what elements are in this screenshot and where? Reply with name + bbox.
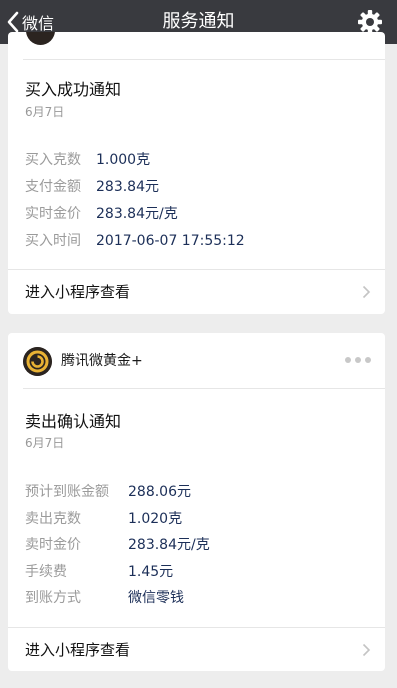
- notification-title: 买入成功通知: [25, 80, 122, 99]
- notification-date: 6月7日: [25, 436, 65, 450]
- info-row: 买入时间 2017-06-07 17:55:12: [25, 230, 245, 250]
- gold-coin-logo-icon: [26, 32, 55, 45]
- dot: [355, 357, 361, 363]
- info-label: 卖出克数: [25, 511, 81, 527]
- info-value: 283.84元: [96, 179, 159, 195]
- chevron-right-icon: [362, 285, 371, 299]
- info-row: 预计到账金额 288.06元: [25, 481, 191, 501]
- header-divider: [23, 59, 385, 60]
- info-label: 买入克数: [25, 152, 81, 168]
- info-row: 卖出克数 1.020克: [25, 508, 182, 528]
- notification-title: 卖出确认通知: [25, 412, 122, 431]
- info-value: 1.020克: [128, 511, 183, 527]
- gold-coin-logo-icon: [23, 347, 52, 376]
- notification-card-purchase: 买入成功通知 6月7日 买入克数 1.000克 支付金额 283.84元 实时金价 2…: [8, 32, 385, 314]
- info-row: 到账方式 微信零钱: [25, 587, 184, 607]
- dot: [365, 357, 371, 363]
- open-mini-program-label: 进入小程序查看: [25, 641, 131, 659]
- info-label: 支付金额: [25, 179, 81, 195]
- brand-name: 腾讯微黄金+: [61, 353, 143, 369]
- info-label: 卖时金价: [25, 537, 81, 553]
- header-divider: [23, 388, 385, 389]
- info-value: 微信零钱: [128, 590, 184, 606]
- open-mini-program-label: 进入小程序查看: [25, 283, 131, 301]
- info-label: 实时金价: [25, 206, 81, 222]
- info-label: 手续费: [25, 564, 67, 580]
- info-label: 买入时间: [25, 233, 81, 249]
- back-label: 微信: [22, 14, 55, 33]
- more-dots-icon[interactable]: [345, 355, 371, 365]
- info-value: 1.45元: [128, 564, 174, 580]
- info-row: 手续费 1.45元: [25, 561, 173, 581]
- chevron-right-icon: [362, 643, 371, 657]
- info-row: 买入克数 1.000克: [25, 149, 150, 169]
- info-value: 283.84元/克: [96, 206, 178, 222]
- open-mini-program-link[interactable]: 进入小程序查看: [8, 628, 385, 671]
- dot: [345, 357, 351, 363]
- info-value: 283.84元/克: [128, 537, 210, 553]
- notification-card-sale: 腾讯微黄金+ 卖出确认通知 6月7日 预计到账金额 288.06元 卖出克数 1.0…: [8, 333, 385, 671]
- info-label: 预计到账金额: [25, 484, 109, 500]
- info-label: 到账方式: [25, 590, 81, 606]
- info-value: 288.06元: [128, 484, 191, 500]
- info-value: 1.000克: [96, 152, 151, 168]
- info-row: 卖时金价 283.84元/克: [25, 534, 210, 554]
- open-mini-program-link[interactable]: 进入小程序查看: [8, 270, 385, 314]
- notification-date: 6月7日: [25, 105, 65, 119]
- card-header: 腾讯微黄金+: [8, 333, 385, 389]
- chevron-left-icon: [7, 11, 19, 33]
- info-value: 2017-06-07 17:55:12: [96, 233, 245, 249]
- info-row: 支付金额 283.84元: [25, 176, 159, 196]
- info-row: 实时金价 283.84元/克: [25, 203, 178, 223]
